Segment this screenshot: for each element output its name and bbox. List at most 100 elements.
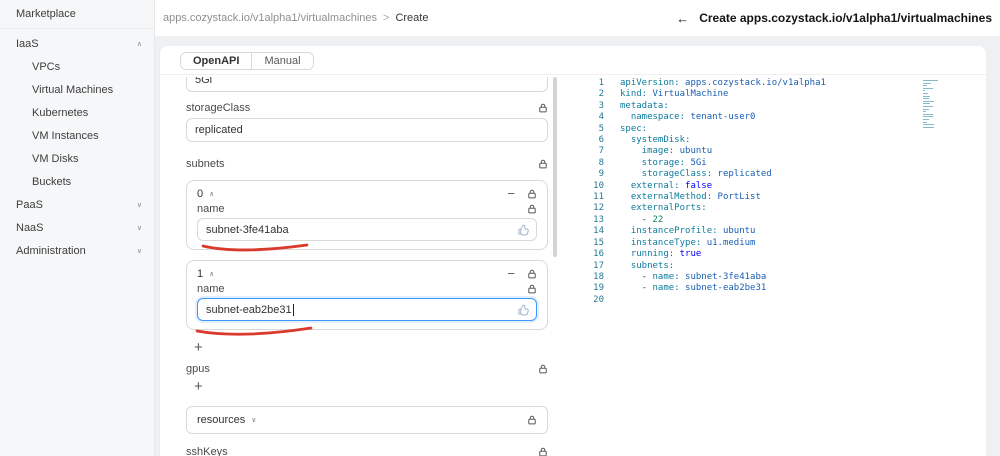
sidebar-item-label: Marketplace [16, 7, 76, 20]
sidebar-item-iaas[interactable]: IaaS ∧ [0, 32, 154, 55]
editor-line-code: running: true [620, 249, 702, 260]
editor-line: 9 storageClass: replicated [578, 169, 986, 180]
storage-input[interactable]: 5Gi [186, 77, 548, 92]
subnet-0-header: 0 ∧ − [197, 186, 537, 201]
sidebar-item-buckets[interactable]: Buckets [0, 170, 154, 193]
breadcrumb: apps.cozystack.io/v1alpha1/virtualmachin… [163, 12, 428, 24]
subnet-item-0: 0 ∧ − name subnet-3fe41aba [186, 180, 548, 252]
subnet-0-collapse[interactable]: 0 ∧ [197, 188, 214, 200]
minimap-line [923, 111, 927, 113]
editor-line-code: kind: VirtualMachine [620, 89, 729, 100]
thumbs-up-icon[interactable] [517, 223, 530, 236]
editor-line-code: storageClass: replicated [620, 169, 772, 180]
page-title: Create apps.cozystack.io/v1alpha1/virtua… [699, 11, 992, 25]
editor-line-code: systemDisk: [620, 135, 691, 146]
subnet-1-name-label-row: name [197, 283, 537, 295]
sidebar-item-marketplace[interactable]: Marketplace [0, 2, 154, 25]
breadcrumb-separator-icon: > [383, 12, 390, 24]
add-gpu-button[interactable]: + [194, 379, 208, 394]
storage-value: 5Gi [195, 77, 213, 86]
minimap-line [923, 100, 935, 102]
minimap-line [923, 82, 931, 84]
remove-subnet-1-button[interactable]: − [507, 267, 515, 280]
lock-icon [527, 415, 537, 425]
back-arrow-icon[interactable]: ← [676, 11, 689, 26]
sidebar-item-administration[interactable]: Administration ∨ [0, 239, 154, 262]
storage-class-input[interactable]: replicated [186, 118, 548, 142]
create-form-card: OpenAPI Manual 5Gi storageClass replicat… [160, 46, 986, 456]
red-annotation-underline [201, 243, 309, 252]
top-header: apps.cozystack.io/v1alpha1/virtualmachin… [155, 0, 1000, 36]
line-number: 18 [593, 271, 604, 282]
sidebar-item-vm-disks[interactable]: VM Disks [0, 147, 154, 170]
gpus-label: gpus [186, 363, 210, 375]
subnets-label: subnets [186, 158, 225, 170]
editor-line: 19 - name: subnet-eab2be31 [578, 283, 986, 294]
chevron-down-icon: ∨ [136, 224, 142, 232]
editor-line: 6 systemDisk: [578, 135, 986, 146]
tab-openapi[interactable]: OpenAPI [181, 53, 252, 69]
lock-icon [527, 269, 537, 279]
yaml-editor[interactable]: 1 apiVersion: apps.cozystack.io/v1alpha1… [578, 77, 986, 456]
add-subnet-button[interactable]: + [194, 340, 208, 355]
lock-icon [527, 189, 537, 199]
minimap-line [923, 80, 938, 81]
subnet-1-collapse[interactable]: 1 ∧ [197, 268, 214, 280]
lock-icon [538, 447, 548, 456]
minimap-line [923, 116, 933, 118]
editor-line-code: image: ubuntu [620, 146, 713, 157]
lock-icon [527, 204, 537, 214]
sidebar-item-paas[interactable]: PaaS ∨ [0, 193, 154, 216]
remove-subnet-0-button[interactable]: − [507, 187, 515, 200]
card-content: 5Gi storageClass replicated subnets 0 ∧ … [160, 75, 986, 456]
sidebar-item-vpcs[interactable]: VPCs [0, 55, 154, 78]
chevron-up-icon: ∧ [136, 40, 142, 48]
sidebar-item-virtual-machines[interactable]: Virtual Machines [0, 78, 154, 101]
editor-line: 8 storage: 5Gi [578, 158, 986, 169]
form-scrollbar-thumb[interactable] [553, 77, 557, 257]
sidebar-item-kubernetes[interactable]: Kubernetes [0, 101, 154, 124]
line-number: 11 [593, 192, 604, 203]
sidebar-item-vm-instances[interactable]: VM Instances [0, 124, 154, 147]
sidebar-item-naas[interactable]: NaaS ∨ [0, 216, 154, 239]
line-number: 17 [593, 260, 604, 271]
editor-line: 10 external: false [578, 181, 986, 192]
sidebar-item-label: VM Instances [32, 129, 99, 142]
subnet-1-name-input[interactable]: subnet-eab2be31 [197, 298, 537, 321]
resources-expander[interactable]: resources ∨ [186, 406, 548, 434]
editor-minimap[interactable] [923, 80, 938, 132]
line-number: 5 [598, 123, 604, 134]
editor-line-code: - name: subnet-eab2be31 [620, 283, 767, 294]
line-number: 4 [598, 112, 604, 123]
storage-class-label-row: storageClass [186, 102, 548, 114]
subnet-1-name-value: subnet-eab2be31 [206, 303, 292, 316]
editor-line: 15 instanceType: u1.medium [578, 238, 986, 249]
red-annotation-underline [195, 326, 313, 336]
minimap-line [923, 118, 929, 120]
line-number: 14 [593, 226, 604, 237]
form-mode-tabs: OpenAPI Manual [180, 52, 314, 70]
chevron-up-icon: ∧ [209, 270, 215, 278]
subnet-1-name-label: name [197, 283, 225, 295]
editor-line-code: - name: subnet-3fe41aba [620, 271, 767, 282]
editor-line-code: spec: [620, 123, 648, 134]
breadcrumb-current: Create [395, 12, 429, 24]
subnet-0-name-input[interactable]: subnet-3fe41aba [197, 218, 537, 241]
minimap-line [923, 90, 925, 92]
editor-line: 16 running: true [578, 249, 986, 260]
storage-field-partial: 5Gi [186, 77, 548, 92]
resources-left: resources ∨ [197, 414, 256, 426]
subnet-1-header: 1 ∧ − [197, 266, 537, 281]
editor-line: 11 externalMethod: PortList [578, 192, 986, 203]
thumbs-up-icon[interactable] [517, 303, 530, 316]
tab-manual[interactable]: Manual [251, 53, 313, 69]
minimap-line [923, 126, 934, 128]
breadcrumb-root[interactable]: apps.cozystack.io/v1alpha1/virtualmachin… [163, 12, 377, 24]
subnets-label-row: subnets [186, 158, 548, 170]
line-number: 7 [598, 146, 604, 157]
minimap-line [923, 92, 929, 94]
line-number: 20 [593, 294, 604, 305]
editor-line-code: instanceProfile: ubuntu [620, 226, 756, 237]
editor-line: 14 instanceProfile: ubuntu [578, 226, 986, 237]
storage-class-value: replicated [195, 124, 243, 136]
